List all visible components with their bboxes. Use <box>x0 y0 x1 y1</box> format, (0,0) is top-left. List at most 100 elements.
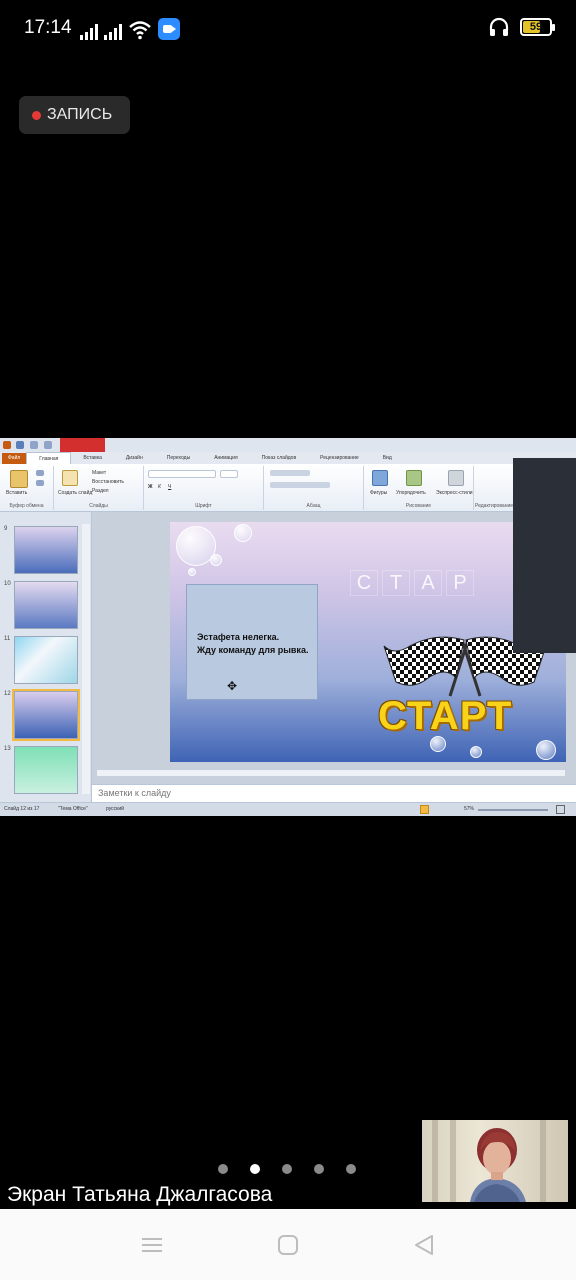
ribbon-tab[interactable]: Показ слайдов <box>250 455 308 461</box>
fit-window-icon[interactable] <box>556 805 565 814</box>
align-buttons[interactable] <box>270 482 330 488</box>
ribbon-tab[interactable]: Вставка <box>71 455 114 461</box>
slide-text: Эстафета нелегка. Жду команду для рывка. <box>197 631 308 657</box>
ribbon-group-editing: Редактирование <box>474 466 514 510</box>
quick-styles-button[interactable]: Экспресс-стили <box>436 490 473 496</box>
slide-text-line: Эстафета нелегка. <box>197 632 280 642</box>
ribbon-tab[interactable]: Переходы <box>155 455 202 461</box>
slide-thumbnail[interactable] <box>14 526 78 574</box>
slide-thumbnails-pane: 9 10 11 12 13 <box>0 512 92 802</box>
ribbon-group-drawing: Фигуры Упорядочить Экспресс-стили Рисова… <box>364 466 474 510</box>
normal-view-icon[interactable] <box>420 805 429 814</box>
theme-name: "Тема Office" <box>58 806 88 812</box>
ribbon-tab[interactable]: Дизайн <box>114 455 155 461</box>
recent-apps-icon[interactable] <box>138 1231 166 1259</box>
bubble-decoration <box>234 524 252 542</box>
slide-letter: С <box>350 570 378 596</box>
font-size-select[interactable] <box>220 470 238 478</box>
page-dot[interactable] <box>314 1164 324 1174</box>
ribbon-group-slides: Создать слайд Макет Восстановить Раздел … <box>54 466 144 510</box>
list-buttons[interactable] <box>270 470 310 476</box>
page-dot[interactable] <box>346 1164 356 1174</box>
ribbon-group-font: Ж К Ч Шрифт <box>144 466 264 510</box>
quick-styles-icon[interactable] <box>448 470 464 486</box>
notes-pane[interactable]: Заметки к слайду <box>92 784 576 802</box>
ribbon-tab[interactable]: Файл <box>2 452 27 464</box>
language: русский <box>106 806 124 812</box>
zoom-app-icon <box>158 18 180 40</box>
new-slide-icon[interactable] <box>62 470 78 486</box>
thumbnail-number: 10 <box>4 581 11 587</box>
shapes-button[interactable]: Фигуры <box>370 490 387 496</box>
letters-row: СТАР <box>350 570 474 596</box>
section-button[interactable]: Раздел <box>92 488 109 494</box>
slide-thumbnail[interactable] <box>14 746 78 794</box>
page-dot[interactable] <box>282 1164 292 1174</box>
ppt-title-bar <box>0 438 576 452</box>
ribbon-tab[interactable]: Главная <box>26 452 72 464</box>
arrange-button[interactable]: Упорядочить <box>396 490 426 496</box>
thumbnail-number: 13 <box>4 746 11 752</box>
participant-video[interactable] <box>422 1120 568 1202</box>
bubble-decoration <box>188 568 196 576</box>
slide-editor: СТАР Эстафета нелегка. Жду команду для р… <box>92 512 576 784</box>
status-right-icons: 59 <box>488 16 555 38</box>
status-time: 17:14 <box>24 17 72 38</box>
slide-thumbnail[interactable] <box>12 689 80 741</box>
paste-button[interactable]: Вставить <box>6 490 27 496</box>
zoom-slider[interactable] <box>478 809 548 811</box>
current-slide[interactable]: СТАР Эстафета нелегка. Жду команду для р… <box>170 522 566 762</box>
arrange-icon[interactable] <box>406 470 422 486</box>
status-left-icons <box>80 18 180 40</box>
new-slide-button[interactable]: Создать слайд <box>58 490 92 496</box>
ribbon-group-label: Абзац <box>306 503 321 509</box>
participant-avatar <box>470 1128 526 1202</box>
paste-icon[interactable] <box>10 470 28 488</box>
page-dot[interactable] <box>218 1164 228 1174</box>
thumbnail-number: 12 <box>4 691 11 697</box>
shapes-icon[interactable] <box>372 470 388 486</box>
copy-icon[interactable] <box>36 480 44 486</box>
horizontal-scrollbar[interactable] <box>96 769 566 777</box>
reset-button[interactable]: Восстановить <box>92 479 124 485</box>
notes-placeholder: Заметки к слайду <box>98 788 171 798</box>
bold-button[interactable]: Ж <box>148 484 153 490</box>
underline-button[interactable]: Ч <box>168 484 171 490</box>
ribbon-group-clipboard: Вставить Буфер обмена <box>0 466 54 510</box>
shared-screen[interactable]: Файл Главная Вставка Дизайн Переходы Анимация… <box>0 438 576 816</box>
page-indicator <box>218 1164 356 1174</box>
bubble-decoration <box>536 740 556 760</box>
slide-text-line: Жду команду для рывка. <box>197 645 309 655</box>
recording-label: ЗАПИСЬ <box>47 106 113 123</box>
home-icon[interactable] <box>274 1231 302 1259</box>
zoom-level: 57% <box>464 806 475 812</box>
slide-letter: А <box>414 570 442 596</box>
slide-letter: Р <box>446 570 474 596</box>
layout-button[interactable]: Макет <box>92 470 106 476</box>
ribbon-group-label: Слайды <box>89 503 108 509</box>
move-cursor-icon: ✥ <box>227 679 238 693</box>
redo-icon <box>44 441 52 449</box>
ribbon-group-label: Шрифт <box>195 503 212 509</box>
battery-percent: 59 <box>529 21 543 33</box>
slide-text-box[interactable]: Эстафета нелегка. Жду команду для рывка.… <box>186 584 318 700</box>
thumbnails-scrollbar[interactable] <box>82 524 90 794</box>
ribbon-tab[interactable]: Вид <box>371 455 404 461</box>
back-icon[interactable] <box>410 1231 438 1259</box>
cut-icon[interactable] <box>36 470 44 476</box>
slide-thumbnail[interactable] <box>14 636 78 684</box>
ribbon-tab[interactable]: Анимация <box>202 455 249 461</box>
italic-button[interactable]: К <box>158 484 161 490</box>
title-highlight <box>60 438 105 452</box>
page-dot[interactable] <box>250 1164 260 1174</box>
signal-icon <box>104 22 122 40</box>
bubble-decoration <box>210 554 222 566</box>
ribbon-group-label: Рисование <box>405 503 432 509</box>
slide-counter: Слайд 12 из 17 <box>4 806 40 812</box>
font-family-select[interactable] <box>148 470 216 478</box>
recording-indicator[interactable]: ЗАПИСЬ <box>19 96 130 134</box>
headphones-icon <box>489 17 509 36</box>
thumbnail-number: 9 <box>4 526 8 532</box>
slide-thumbnail[interactable] <box>14 581 78 629</box>
ribbon-tab[interactable]: Рецензирование <box>308 455 371 461</box>
